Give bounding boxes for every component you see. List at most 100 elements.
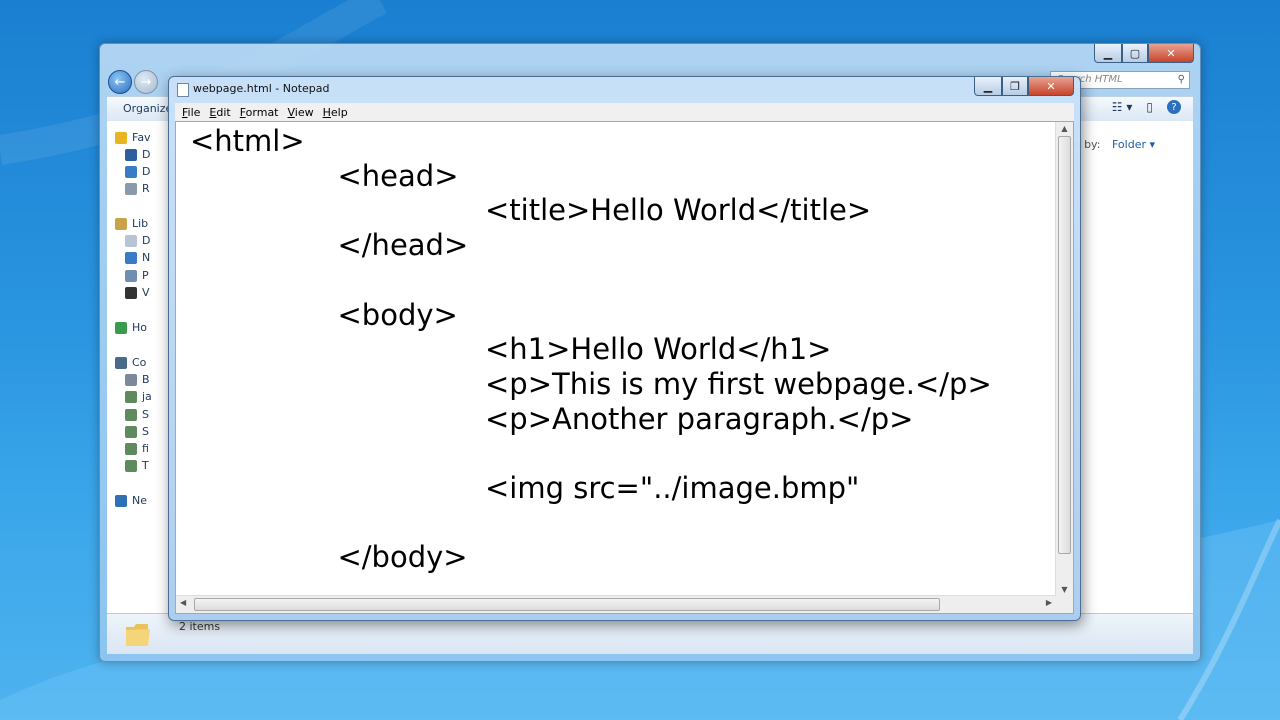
nav-item-label: fi <box>142 442 149 455</box>
nav-item-3[interactable]: R <box>125 182 150 195</box>
menu-label-rest: ile <box>187 105 201 119</box>
menu-label-rest: elp <box>330 105 348 119</box>
menu-label-rest: iew <box>294 105 314 119</box>
menu-accelerator: V <box>287 105 295 119</box>
nav-item-12[interactable]: ja <box>125 390 152 403</box>
close-button[interactable]: ✕ <box>1028 77 1074 96</box>
forward-arrow-icon[interactable]: → <box>134 70 158 94</box>
nav-item-4[interactable]: Lib <box>115 217 148 230</box>
scroll-right-icon[interactable]: ▶ <box>1046 598 1052 607</box>
search-icon[interactable]: ⚲ <box>1178 72 1185 88</box>
network-drive-icon <box>125 459 137 472</box>
notepad-caption-buttons: ▁ ❐ ✕ <box>974 77 1074 96</box>
vertical-scroll-thumb[interactable] <box>1058 136 1071 554</box>
nav-item-label: R <box>142 182 150 195</box>
scroll-left-icon[interactable]: ◀ <box>180 598 186 607</box>
change-view-icon[interactable]: ☷ ▾ <box>1112 100 1133 114</box>
star-icon <box>115 131 127 144</box>
nav-item-0[interactable]: Fav <box>115 131 151 144</box>
scroll-corner <box>1056 596 1073 613</box>
menu-label-rest: ormat <box>245 105 279 119</box>
nav-item-11[interactable]: B <box>125 373 150 386</box>
recent-places-icon <box>125 182 137 195</box>
nav-item-label: V <box>142 286 150 299</box>
nav-item-label: Co <box>132 356 147 369</box>
nav-item-label: D <box>142 234 151 247</box>
menu-accelerator: H <box>322 105 331 119</box>
preview-pane-icon[interactable]: ▯ <box>1146 100 1153 114</box>
back-arrow-icon[interactable]: ← <box>108 70 132 94</box>
horizontal-scrollbar[interactable]: ◀ ▶ <box>176 595 1056 613</box>
nav-item-label: B <box>142 373 150 386</box>
nav-item-label: T <box>142 459 149 472</box>
nav-item-label: S <box>142 408 149 421</box>
explorer-nav-buttons: ← → <box>108 70 158 94</box>
item-count: 2 items <box>179 620 221 633</box>
computer-icon <box>115 356 127 369</box>
scroll-up-icon[interactable]: ▲ <box>1056 124 1073 133</box>
nav-item-label: ja <box>142 390 152 403</box>
nav-item-8[interactable]: V <box>125 286 150 299</box>
help-icon[interactable]: ? <box>1167 100 1181 114</box>
maximize-button[interactable]: ▢ <box>1122 44 1148 63</box>
nav-item-15[interactable]: fi <box>125 442 149 455</box>
nav-item-9[interactable]: Ho <box>115 321 147 334</box>
minimize-button[interactable]: ▁ <box>1094 44 1122 63</box>
editor-text[interactable]: <html> <head> <title>Hello World</title>… <box>190 124 1051 591</box>
minimize-button[interactable]: ▁ <box>974 77 1002 96</box>
homegroup-icon <box>115 321 127 334</box>
downloads-icon <box>125 165 137 178</box>
nav-item-5[interactable]: D <box>125 234 150 247</box>
menu-view[interactable]: View <box>288 106 314 119</box>
nav-item-6[interactable]: N <box>125 251 150 264</box>
horizontal-scroll-thumb[interactable] <box>194 598 940 611</box>
notepad-window: webpage.html - Notepad ▁ ❐ ✕ File Edit For… <box>168 76 1081 621</box>
network-drive-icon <box>125 390 137 403</box>
close-button[interactable]: ✕ <box>1148 44 1194 63</box>
libraries-icon <box>115 217 127 230</box>
nav-item-10[interactable]: Co <box>115 356 146 369</box>
network-drive-icon <box>125 408 137 421</box>
nav-item-14[interactable]: S <box>125 425 149 438</box>
nav-item-label: D <box>142 148 151 161</box>
documents-icon <box>125 234 137 247</box>
maximize-button[interactable]: ❐ <box>1002 77 1028 96</box>
videos-icon <box>125 286 137 299</box>
organize-button[interactable]: Organize <box>123 102 172 115</box>
arrange-by-dropdown[interactable]: Folder ▾ <box>1112 138 1155 151</box>
nav-item-label: P <box>142 269 149 282</box>
nav-item-13[interactable]: S <box>125 408 149 421</box>
pictures-icon <box>125 269 137 282</box>
menu-file[interactable]: File <box>182 106 200 119</box>
drive-icon <box>125 373 137 386</box>
menu-help[interactable]: Help <box>323 106 348 119</box>
nav-item-label: Ne <box>132 494 147 507</box>
editor-area[interactable]: <html> <head> <title>Hello World</title>… <box>175 121 1074 614</box>
notepad-icon <box>177 83 189 97</box>
menu-format[interactable]: Format <box>240 106 279 119</box>
explorer-caption-buttons: ▁ ▢ ✕ <box>1094 44 1194 63</box>
music-icon <box>125 251 137 264</box>
nav-item-label: N <box>142 251 151 264</box>
navigation-pane: Fav D D R Lib D N P V Ho Co Bja S Sfi T Ne <box>107 121 170 613</box>
folder-icon <box>126 624 150 646</box>
nav-item-label: Ho <box>132 321 148 334</box>
nav-item-16[interactable]: T <box>125 459 149 472</box>
desktop-icon <box>125 148 137 161</box>
scroll-down-icon[interactable]: ▼ <box>1056 585 1073 594</box>
nav-item-label: S <box>142 425 149 438</box>
nav-item-label: Fav <box>132 131 151 144</box>
network-icon <box>115 494 127 507</box>
nav-item-17[interactable]: Ne <box>115 494 147 507</box>
menu-bar: File Edit Format View Help <box>175 103 1074 121</box>
nav-item-2[interactable]: D <box>125 165 150 178</box>
network-drive-icon <box>125 442 137 455</box>
menu-label-rest: dit <box>216 105 231 119</box>
nav-item-1[interactable]: D <box>125 148 150 161</box>
arrange-by: e by: Folder ▾ <box>1074 138 1155 151</box>
window-title: webpage.html - Notepad <box>193 82 330 95</box>
view-controls: ☷ ▾ ▯ ? <box>1112 100 1181 114</box>
vertical-scrollbar[interactable]: ▲ ▼ <box>1055 122 1073 596</box>
menu-edit[interactable]: Edit <box>209 106 230 119</box>
nav-item-7[interactable]: P <box>125 269 149 282</box>
